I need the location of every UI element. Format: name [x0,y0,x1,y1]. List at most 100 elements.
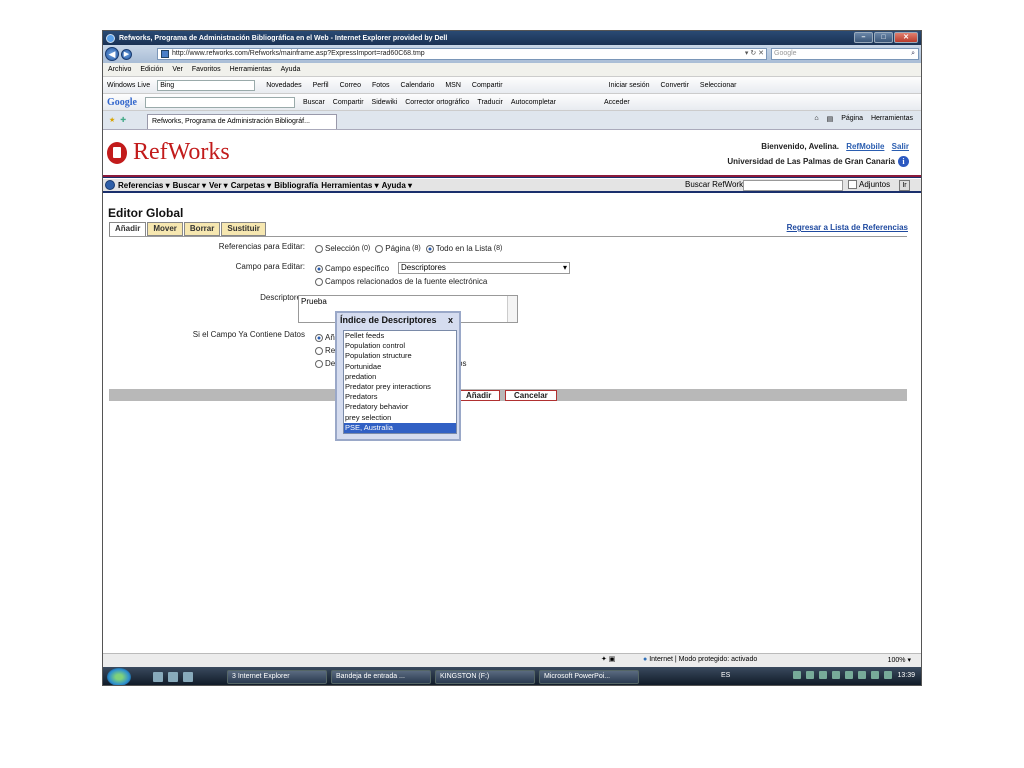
tray-icon[interactable] [806,671,815,679]
maximize-button[interactable]: □ [874,32,893,43]
cancel-button[interactable]: Cancelar [505,390,557,401]
list-item[interactable]: Population structure [344,351,456,361]
list-item[interactable]: Predatory behavior [344,402,456,412]
tab-borrar[interactable]: Borrar [183,222,221,236]
nav-bibliografia[interactable]: Bibliografía [274,181,318,190]
textarea-scrollbar[interactable] [507,296,517,322]
volume-icon[interactable] [884,671,893,679]
if-data-option-2[interactable]: Re [315,346,335,355]
address-bar[interactable]: http://www.refworks.com/Refworks/mainfra… [157,48,767,60]
nav-buscar[interactable]: Buscar ▾ [173,181,206,190]
tray-icon[interactable] [845,671,854,679]
menu-archivo[interactable]: Archivo [108,66,131,73]
radio-field-related[interactable] [315,277,323,286]
nav-ayuda[interactable]: Ayuda ▾ [382,181,412,190]
page-menu[interactable]: Página [841,115,863,123]
task-internet-explorer[interactable]: 3 Internet Explorer [227,670,327,684]
google-acceder[interactable]: Acceder [604,99,630,106]
show-desktop-icon[interactable] [153,672,163,682]
search-icon[interactable]: ⌕ [911,49,915,59]
nav-ver[interactable]: Ver ▾ [209,181,228,190]
refworks-logo[interactable]: RefWorks [107,139,230,166]
back-to-list-link[interactable]: Regresar a Lista de Referencias [787,223,908,232]
ie-quick-icon[interactable] [168,672,178,682]
google-sidewiki[interactable]: Sidewiki [372,99,398,106]
menu-favoritos[interactable]: Favoritos [192,66,221,73]
field-related-option[interactable]: Campos relacionados de la fuente electró… [315,277,487,286]
tab-sustituir[interactable]: Sustituir [221,222,266,236]
task-kingston[interactable]: KINGSTON (F:) [435,670,535,684]
live-item-msn[interactable]: MSN [445,82,461,89]
live-signin[interactable]: Iniciar sesión [609,82,650,89]
radio-anadir[interactable] [315,333,323,342]
menu-herramientas[interactable]: Herramientas [230,66,272,73]
live-convertir[interactable]: Convertir [661,82,689,89]
minimize-button[interactable]: – [854,32,873,43]
task-powerpoint[interactable]: Microsoft PowerPoi... [539,670,639,684]
google-search-input[interactable] [145,96,295,108]
nav-herramientas[interactable]: Herramientas ▾ [321,181,378,190]
refworks-search-input[interactable] [743,180,843,191]
print-icon[interactable]: ▤ [827,115,834,123]
tray-icon[interactable] [793,671,802,679]
go-button[interactable]: Ir [899,180,910,191]
tray-icon[interactable] [819,671,828,679]
google-traducir[interactable]: Traducir [477,99,502,106]
language-indicator[interactable]: ES [721,672,730,679]
list-item[interactable]: prey selection [344,413,456,423]
radio-dejar[interactable] [315,359,323,368]
tray-icon[interactable] [832,671,841,679]
radio-reemplazar[interactable] [315,346,323,355]
field-select[interactable]: Descriptores [398,262,570,274]
zoom-level[interactable]: 100% ▾ [888,656,911,664]
list-item[interactable]: Predators [344,392,456,402]
live-item-calendario[interactable]: Calendario [400,82,434,89]
google-compartir[interactable]: Compartir [333,99,364,106]
live-item-perfil[interactable]: Perfil [313,82,329,89]
live-item-fotos[interactable]: Fotos [372,82,390,89]
clock[interactable]: 13:39 [897,672,915,679]
list-item[interactable]: Portunidae [344,362,456,372]
forward-button[interactable]: ▶ [121,48,132,60]
live-search-input[interactable]: Bing [157,79,256,91]
popup-close-button[interactable]: x [448,313,453,327]
menu-edicion[interactable]: Edición [140,66,163,73]
info-icon[interactable]: i [898,156,909,167]
nav-referencias[interactable]: Referencias ▾ [118,181,170,190]
descriptor-list[interactable]: Pellet feeds Population control Populati… [343,330,457,434]
tray-icon[interactable] [871,671,880,679]
radio-field-specific[interactable] [315,264,323,273]
tab-anadir[interactable]: Añadir [109,222,147,236]
close-button[interactable]: ✕ [894,32,918,43]
tray-icon[interactable] [858,671,867,679]
list-item[interactable]: Pellet feeds [344,331,456,341]
attachments-checkbox[interactable]: Adjuntos [848,180,890,189]
live-item-correo[interactable]: Correo [340,82,361,89]
list-item[interactable]: predation [344,372,456,382]
tools-menu[interactable]: Herramientas [871,115,913,123]
browser-tab[interactable]: Refworks, Programa de Administración Bib… [147,114,337,129]
google-buscar[interactable]: Buscar [303,99,325,106]
start-button[interactable] [107,668,131,685]
field-specific-option[interactable]: Campo específico [315,264,389,273]
google-corrector[interactable]: Corrector ortográfico [405,99,469,106]
list-item-selected[interactable]: PSE, Australia [344,422,456,433]
menu-ver[interactable]: Ver [172,66,183,73]
nav-carpetas[interactable]: Carpetas ▾ [231,181,272,190]
favorites-star-icon[interactable]: ★ [109,116,115,124]
search-box[interactable]: Google ⌕ [771,48,919,60]
live-seleccionar[interactable]: Seleccionar [700,82,737,89]
salir-link[interactable]: Salir [892,142,909,151]
task-bandeja[interactable]: Bandeja de entrada ... [331,670,431,684]
live-item-novedades[interactable]: Novedades [266,82,301,89]
radio-pagina[interactable] [375,244,384,253]
back-button[interactable]: ◀ [105,47,119,61]
menu-ayuda[interactable]: Ayuda [281,66,301,73]
switch-windows-icon[interactable] [183,672,193,682]
radio-seleccion[interactable] [315,244,323,253]
add-favorite-icon[interactable]: ✚ [120,116,126,124]
if-data-option-1[interactable]: Añ [315,333,335,342]
google-autocompletar[interactable]: Autocompletar [511,99,556,106]
home-icon[interactable]: ⌂ [814,115,818,123]
list-item[interactable]: Predator prey interactions [344,382,456,392]
